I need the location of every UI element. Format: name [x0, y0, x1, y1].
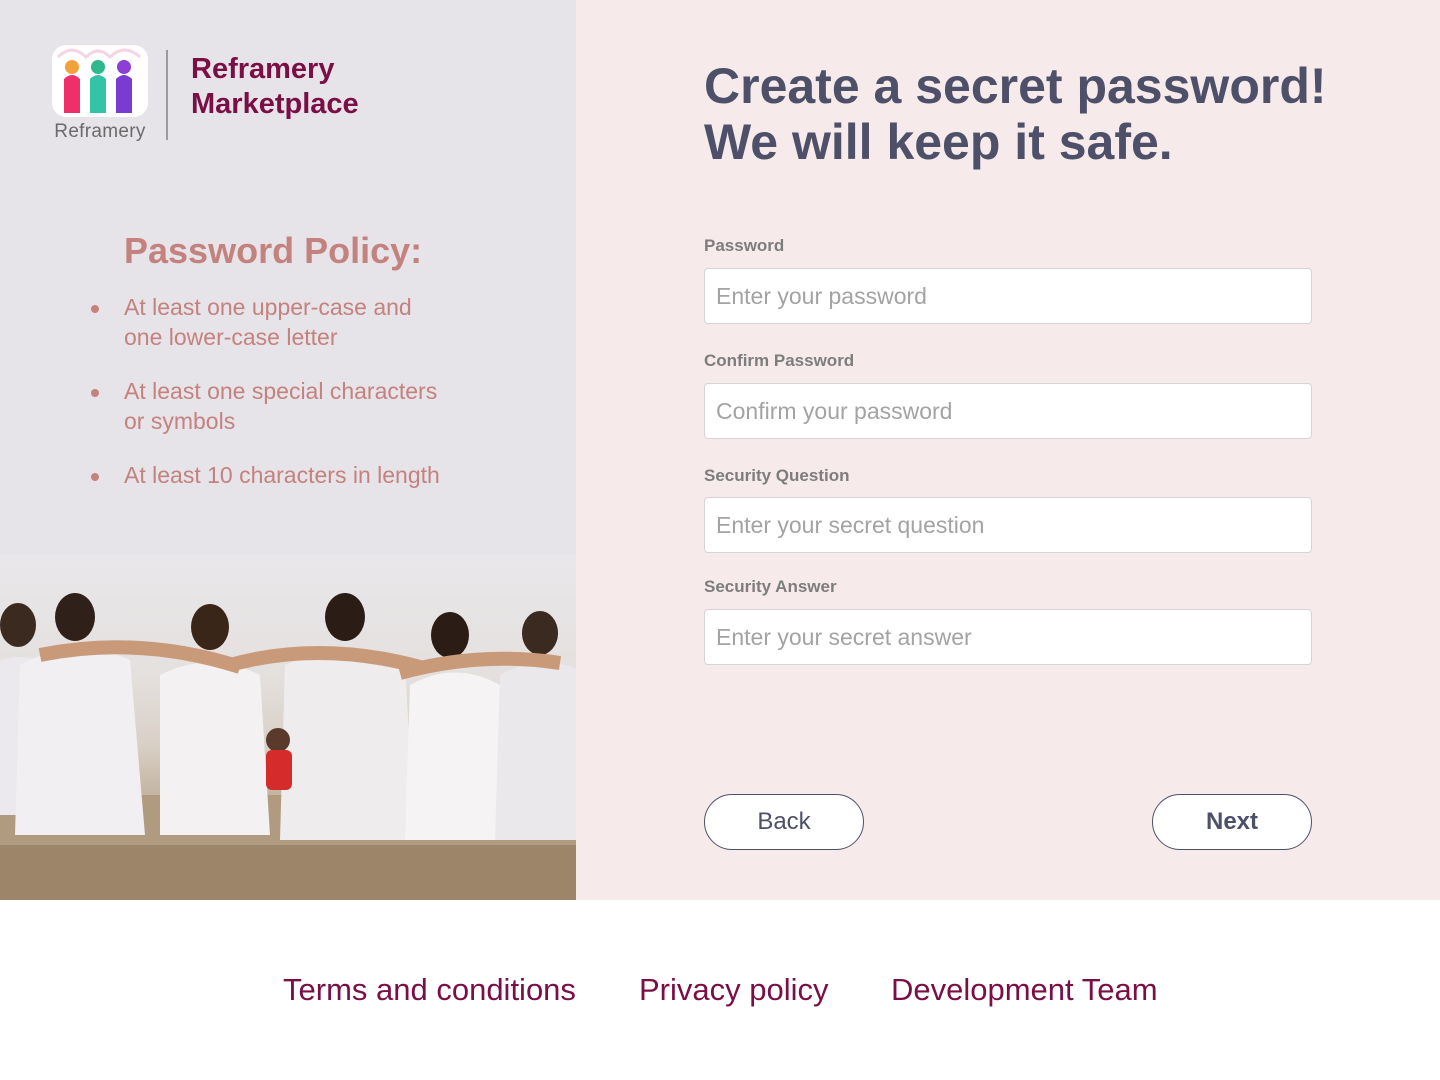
- bullet-icon: [91, 473, 99, 481]
- bullet-icon: [91, 305, 99, 313]
- logo-icon: [52, 45, 148, 117]
- brand-divider: [166, 50, 168, 140]
- next-button[interactable]: Next: [1152, 794, 1312, 850]
- brand-name-line2: Marketplace: [191, 88, 359, 120]
- back-button[interactable]: Back: [704, 794, 864, 850]
- policy-item: At least one upper-case and one lower-ca…: [91, 292, 454, 352]
- left-panel: Reframery Reframery Marketplace Password…: [0, 0, 576, 900]
- password-field[interactable]: [704, 268, 1312, 324]
- confirm-password-field[interactable]: [704, 383, 1312, 439]
- headline-line1: Create a secret password!: [704, 58, 1327, 114]
- policy-list: At least one upper-case and one lower-ca…: [91, 292, 454, 514]
- right-panel: Create a secret password! We will keep i…: [576, 0, 1440, 900]
- policy-item: At least one special characters or symbo…: [91, 376, 454, 436]
- page-title: Create a secret password! We will keep i…: [704, 58, 1327, 170]
- headline-line2: We will keep it safe.: [704, 114, 1173, 170]
- brand-name-line1: Reframery: [191, 53, 335, 85]
- brand-name: Reframery Marketplace: [191, 52, 491, 122]
- password-label: Password: [704, 236, 785, 255]
- bullet-icon: [91, 389, 99, 397]
- privacy-link[interactable]: Privacy policy: [639, 972, 829, 1008]
- policy-title: Password Policy:: [124, 230, 423, 271]
- brand-logo: Reframery: [52, 45, 148, 145]
- group-photo: [0, 555, 576, 900]
- terms-link[interactable]: Terms and conditions: [283, 972, 576, 1008]
- security-answer-field[interactable]: [704, 609, 1312, 665]
- security-answer-label: Security Answer: [704, 577, 837, 596]
- security-question-field[interactable]: [704, 497, 1312, 553]
- development-team-link[interactable]: Development Team: [891, 972, 1158, 1008]
- signup-page: Reframery Reframery Marketplace Password…: [0, 0, 1440, 1080]
- security-question-label: Security Question: [704, 466, 850, 485]
- footer: Terms and conditions Privacy policy Deve…: [0, 900, 1440, 1080]
- confirm-password-label: Confirm Password: [704, 351, 855, 370]
- policy-item: At least 10 characters in length: [91, 460, 454, 490]
- logo-wordmark: Reframery: [54, 121, 146, 142]
- group-of-friends-icon: [0, 593, 576, 900]
